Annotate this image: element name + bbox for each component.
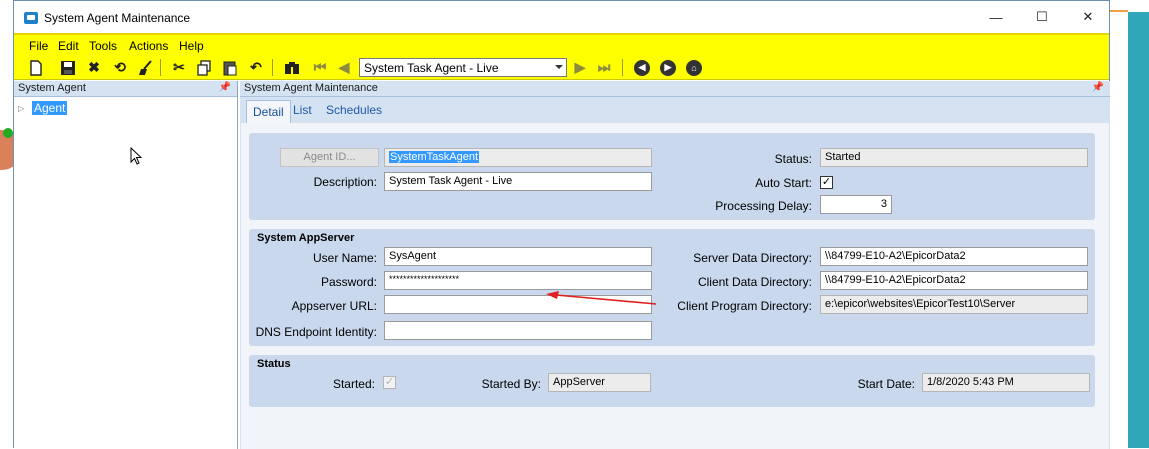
password-field[interactable]: ******************** [384,271,652,290]
status-group-title: Status [257,358,291,370]
tab-detail[interactable]: Detail [246,100,291,123]
cut-icon[interactable]: ✂ [169,58,189,77]
right-pane-title: System Agent Maintenance [244,82,378,94]
menu-file[interactable]: File [29,39,48,53]
refresh-icon[interactable]: ⟲ [110,58,130,77]
first-icon[interactable]: ⏮ [310,58,330,77]
desktop-background-teal [1128,12,1149,448]
agent-group: Agent ID... SystemTaskAgent Description:… [249,133,1095,220]
start-date-label: Start Date: [857,377,915,391]
home-icon[interactable]: ⌂ [684,58,704,77]
appserver-group-title: System AppServer [257,232,355,244]
last-icon[interactable]: ⏭ [594,58,614,77]
expand-icon[interactable]: ▷ [18,104,32,113]
menu-help[interactable]: Help [179,39,204,53]
pin-icon[interactable]: 📌 [1092,82,1104,93]
client-data-dir-label: Client Data Directory: [697,275,812,289]
menu-tools[interactable]: Tools [89,39,117,53]
desktop-accent-line [1110,10,1128,12]
copy-icon[interactable] [194,58,214,77]
title-bar[interactable]: System Agent Maintenance — ☐ ✕ [14,1,1109,33]
dns-endpoint-field[interactable] [384,321,652,340]
status-group: Status Started: ✓ Started By: AppServer … [249,355,1095,407]
annotation-arrow-icon [546,291,657,305]
record-selector-value: System Task Agent - Live [364,61,499,75]
undo-icon[interactable]: ↶ [246,58,266,77]
started-label: Started: [332,377,375,391]
status-label: Status: [774,152,812,166]
toolbar-separator [272,59,273,76]
left-pane-header: System Agent 📌 [14,81,237,97]
auto-start-label: Auto Start: [755,176,812,190]
status-field: Started [820,148,1088,167]
tab-schedules[interactable]: Schedules [326,103,382,117]
record-selector[interactable]: System Task Agent - Live [359,58,567,77]
menu-bar: File Edit Tools Actions Help [14,33,1109,55]
user-name-field[interactable]: SysAgent [384,247,652,266]
started-by-label: Started By: [481,377,541,391]
server-data-dir-field[interactable]: \\84799-E10-A2\EpicorData2 [820,247,1088,266]
client-data-dir-field[interactable]: \\84799-E10-A2\EpicorData2 [820,271,1088,290]
appserver-group: System AppServer User Name: SysAgent Pas… [249,229,1095,346]
user-name-label: User Name: [312,251,377,265]
agent-id-button[interactable]: Agent ID... [280,148,379,167]
minimize-button[interactable]: — [973,1,1019,33]
started-by-field: AppServer [548,373,651,392]
tree-item-agent[interactable]: ▷ Agent [18,101,68,115]
dns-endpoint-label: DNS Endpoint Identity: [255,325,377,339]
save-icon[interactable] [58,58,78,77]
mouse-cursor-icon [130,147,143,165]
tab-bar: Detail List Schedules [240,98,1110,123]
app-icon [24,12,38,24]
server-data-dir-label: Server Data Directory: [693,251,812,265]
menu-edit[interactable]: Edit [58,39,79,53]
processing-delay-label: Processing Delay: [715,199,812,213]
search-icon[interactable] [282,58,302,77]
tree-item-label: Agent [32,101,68,115]
delete-icon[interactable]: ✖ [84,58,104,77]
right-pane: System Agent Maintenance 📌 Detail List S… [240,81,1110,449]
chevron-down-icon [555,65,563,69]
description-label: Description: [313,175,377,189]
new-icon[interactable] [26,58,46,77]
previous-icon[interactable]: ◀ [334,58,354,77]
started-checkbox: ✓ [383,376,396,389]
toolbar: ✖ ⟲ ✂ ↶ ⏮ ◀ System Task Agent - Live ▶ ⏭… [14,55,1109,80]
left-pane: System Agent 📌 ▷ Agent [14,81,238,449]
paste-icon[interactable] [220,58,240,77]
detail-panel: Agent ID... SystemTaskAgent Description:… [241,123,1109,449]
status-dot [3,128,13,138]
toolbar-separator [622,59,623,76]
pin-icon[interactable]: 📌 [219,82,231,93]
maximize-button[interactable]: ☐ [1019,1,1065,33]
appserver-url-label: Appserver URL: [291,299,377,313]
left-pane-title: System Agent [18,82,86,94]
client-program-dir-field: e:\epicor\websites\EpicorTest10\Server [820,295,1088,314]
back-icon[interactable]: ◀ [632,58,652,77]
clear-icon[interactable] [136,58,156,77]
menu-actions[interactable]: Actions [129,39,168,53]
start-date-field: 1/8/2020 5:43 PM [922,373,1090,392]
agent-id-value: SystemTaskAgent [389,151,480,163]
client-program-dir-label: Client Program Directory: [677,299,812,313]
main-window: System Agent Maintenance — ☐ ✕ File Edit… [13,0,1110,449]
password-label: Password: [320,275,377,289]
tab-list[interactable]: List [293,103,312,117]
close-button[interactable]: ✕ [1065,1,1111,33]
window-title: System Agent Maintenance [44,11,191,25]
processing-delay-field[interactable]: 3 [820,195,892,214]
next-icon[interactable]: ▶ [570,58,590,77]
toolbar-separator [160,59,161,76]
agent-id-field[interactable]: SystemTaskAgent [384,148,652,167]
auto-start-checkbox[interactable]: ✓ [820,176,833,189]
description-field[interactable]: System Task Agent - Live [384,172,652,191]
right-pane-header: System Agent Maintenance 📌 [240,81,1110,97]
forward-icon[interactable]: ▶ [658,58,678,77]
